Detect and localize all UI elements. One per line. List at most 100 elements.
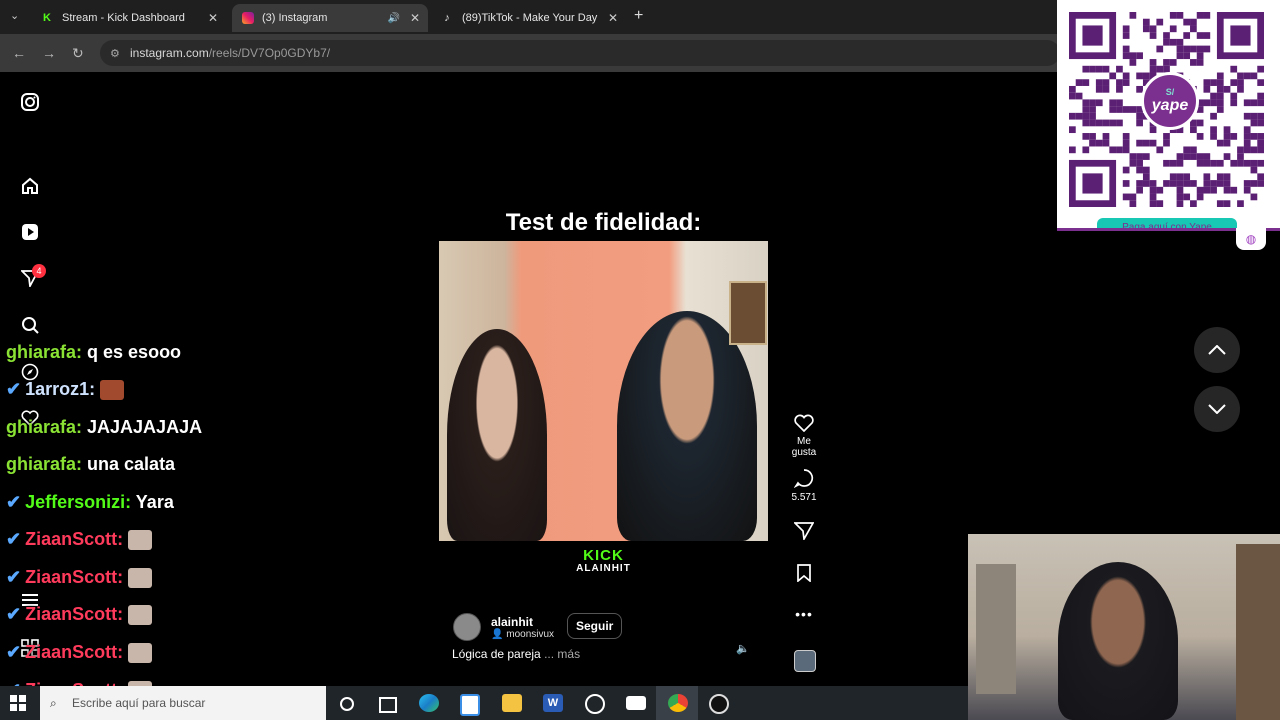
word-icon[interactable]: W [543, 694, 563, 712]
more-options-button[interactable]: ••• [784, 606, 824, 622]
chevron-up-icon [1208, 345, 1226, 355]
url-path: /reels/DV7Op0GDYb7/ [208, 46, 331, 60]
start-button[interactable] [10, 695, 26, 711]
chat-badge-icon: ✔ [6, 604, 22, 624]
extension-icon[interactable]: ◍ [1236, 228, 1266, 250]
webcam-overlay [968, 534, 1280, 720]
yape-footer: Paga aquí con Yape [1097, 218, 1237, 228]
chat-message: ghiarafa: q es esooo [6, 342, 181, 363]
instagram-logo-icon[interactable] [20, 92, 40, 112]
author-name[interactable]: alainhit [491, 615, 554, 629]
chat-badge-icon: ✔ [6, 379, 22, 399]
chat-username[interactable]: 1arroz1 [25, 379, 89, 399]
door [976, 564, 1016, 694]
instagram-icon [242, 12, 254, 24]
chrome-icon[interactable] [668, 694, 688, 712]
person-left-figure [447, 329, 547, 541]
reel-author[interactable]: alainhit 👤 moonsivux [453, 613, 554, 641]
chevron-down-icon [1208, 404, 1226, 414]
chat-message: ghiarafa: una calata [6, 454, 175, 475]
tab-kick[interactable]: K Stream - Kick Dashboard ✕ [30, 4, 226, 32]
tab-tiktok[interactable]: ♪ (89)TikTok - Make Your Day ✕ [430, 4, 626, 32]
next-reel-button[interactable] [1194, 386, 1240, 432]
comment-button[interactable]: 5.571 [784, 468, 824, 503]
back-icon[interactable]: ← [12, 45, 26, 61]
mute-icon[interactable]: 🔈 [736, 642, 750, 655]
heart-icon [794, 414, 814, 432]
audio-thumbnail[interactable] [794, 650, 816, 672]
chat-text: JAJAJAJAJA [87, 417, 203, 437]
streamer-figure [1058, 562, 1178, 720]
speaker-icon[interactable]: 🔊 [388, 13, 400, 24]
chat-badge-icon: ✔ [6, 642, 22, 662]
file-explorer-icon[interactable] [502, 694, 522, 712]
chat-emote [128, 530, 153, 551]
chat-separator: : [117, 642, 129, 662]
chat-username[interactable]: ZiaanScott [25, 642, 117, 662]
url-host: instagram.com [130, 46, 209, 60]
yape-brand: yape [1151, 97, 1189, 114]
share-icon [794, 522, 814, 540]
portrait-frame [729, 281, 767, 345]
bookmark-icon [797, 564, 811, 582]
reel-overlay-title: Test de fidelidad: [505, 209, 702, 236]
obs-icon[interactable] [709, 694, 729, 714]
store-icon[interactable] [460, 694, 480, 716]
reload-icon[interactable]: ↻ [72, 45, 84, 62]
chat-username[interactable]: ZiaanScott [25, 567, 117, 587]
mail-icon[interactable] [626, 696, 646, 710]
kick-channel: ALAINHIT [576, 563, 631, 574]
chat-badge-icon: ✔ [6, 492, 22, 512]
yape-qr-panel: S/ yape Paga aquí con Yape [1057, 0, 1280, 231]
forward-icon[interactable]: → [42, 45, 56, 61]
task-view-icon[interactable] [379, 697, 397, 713]
chat-text: Yara [135, 492, 174, 512]
chat-username[interactable]: Jeffersonizi [25, 492, 125, 512]
reels-icon[interactable] [20, 222, 40, 242]
chat-message: ✔ZiaanScott: [6, 642, 153, 664]
chat-username[interactable]: ZiaanScott [25, 604, 117, 624]
search-icon: ⌕ [50, 695, 57, 710]
search-icon[interactable] [20, 315, 40, 335]
cortana-icon[interactable] [340, 697, 354, 711]
xbox-icon[interactable] [585, 694, 605, 714]
comments-count: 5.571 [791, 492, 817, 503]
tab-instagram[interactable]: (3) Instagram 🔊 ✕ [232, 4, 428, 32]
collab-name[interactable]: moonsivux [506, 629, 554, 640]
chat-username[interactable]: ZiaanScott [25, 529, 117, 549]
close-icon[interactable]: ✕ [410, 11, 420, 25]
more-link[interactable]: ... más [544, 647, 580, 661]
close-icon[interactable]: ✕ [208, 11, 218, 25]
tab-search-icon[interactable]: ⌄ [10, 9, 19, 22]
caption-text: Lógica de pareja [452, 647, 541, 661]
avatar[interactable] [453, 613, 481, 641]
close-icon[interactable]: ✕ [608, 11, 618, 25]
chat-message: ✔ 1arroz1: [6, 379, 125, 401]
kick-icon: K [43, 12, 51, 24]
site-info-icon[interactable]: ⚙ [110, 47, 120, 60]
yape-logo: S/ yape [1141, 72, 1199, 130]
url-field[interactable]: ⚙ instagram.com/reels/DV7Op0GDYb7/ [100, 40, 1060, 66]
reel-player[interactable]: Test de fidelidad: KICK ALAINHIT alainhi… [439, 87, 768, 674]
chat-username[interactable]: ghiarafa [6, 417, 76, 437]
chat-username[interactable]: ghiarafa [6, 342, 76, 362]
bookshelf [1236, 544, 1280, 720]
share-button[interactable] [784, 522, 824, 544]
home-icon[interactable] [20, 176, 40, 196]
taskbar-search-input[interactable]: ⌕ Escribe aquí para buscar [40, 686, 326, 720]
taskbar-search-placeholder: Escribe aquí para buscar [72, 696, 206, 710]
chat-separator: : [76, 454, 88, 474]
chat-username[interactable]: ghiarafa [6, 454, 76, 474]
chat-badge-icon: ✔ [6, 529, 22, 549]
edge-icon[interactable] [419, 694, 439, 712]
chat-separator: : [76, 417, 88, 437]
chat-text: q es esooo [87, 342, 182, 362]
reel-video-frame[interactable] [439, 241, 768, 541]
follow-button[interactable]: Seguir [567, 613, 623, 639]
like-button[interactable]: Me gusta [784, 414, 824, 458]
new-tab-button[interactable]: + [634, 7, 643, 25]
chat-separator: : [76, 342, 88, 362]
notification-badge: 4 [32, 264, 46, 278]
save-button[interactable] [784, 564, 824, 586]
previous-reel-button[interactable] [1194, 327, 1240, 373]
